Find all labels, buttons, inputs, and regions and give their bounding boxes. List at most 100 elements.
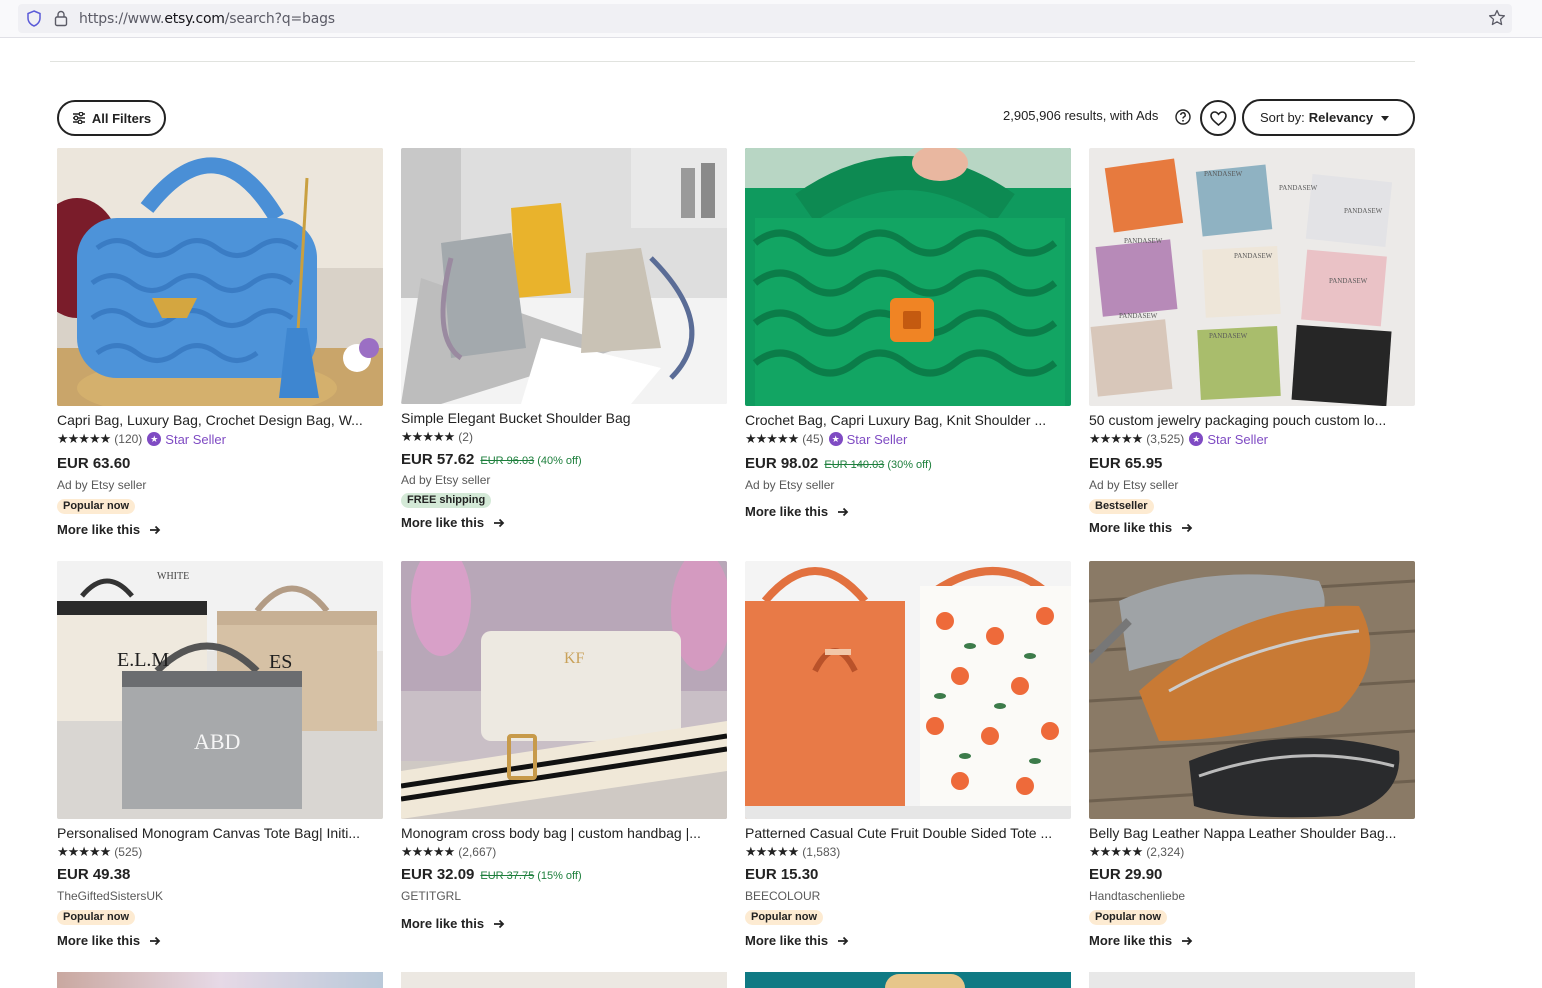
product-rating: ★★★★★ (2)	[401, 429, 727, 445]
product-rating: ★★★★★ (45) ★ Star Seller	[745, 431, 1071, 447]
star-seller-label: Star Seller	[1207, 431, 1269, 447]
more-like-this-link[interactable]: More like this	[401, 916, 727, 931]
product-rating: ★★★★★ (2,667)	[401, 844, 727, 860]
more-like-this-link[interactable]: More like this	[57, 522, 383, 537]
star-seller-badge: ★ Star Seller	[147, 432, 226, 447]
product-price: EUR 49.38	[57, 866, 131, 883]
seller-name[interactable]: Handtaschenliebe	[1089, 889, 1415, 904]
product-image[interactable]	[1089, 972, 1415, 988]
seller-name[interactable]: Ad by Etsy seller	[745, 478, 1071, 493]
product-rating: ★★★★★ (525)	[57, 844, 383, 860]
free-shipping-badge: FREE shipping	[401, 493, 492, 508]
arrow-right-icon	[150, 525, 161, 534]
rating-stars-icon: ★★★★★	[401, 844, 455, 859]
heart-icon	[1209, 110, 1227, 126]
popular-now-badge: Popular now	[745, 910, 823, 925]
product-title[interactable]: Monogram cross body bag | custom handbag…	[401, 825, 727, 841]
bestseller-badge: Bestseller	[1089, 499, 1154, 514]
sort-dropdown[interactable]: Sort by: Relevancy	[1242, 99, 1415, 136]
product-card[interactable]: WHITE E.L.M ES ABD Personalised Monogram…	[57, 561, 383, 948]
arrow-right-icon	[494, 919, 505, 928]
product-image[interactable]: WHITE E.L.M ES ABD	[57, 561, 383, 819]
product-image[interactable]	[401, 972, 727, 988]
url-prefix: https://www.	[79, 11, 165, 27]
product-image[interactable]	[1089, 561, 1415, 819]
star-seller-label: Star Seller	[165, 431, 226, 447]
product-price: EUR 29.90	[1089, 866, 1163, 883]
more-like-this-label: More like this	[745, 504, 829, 519]
product-image[interactable]	[745, 972, 1071, 988]
browser-toolbar: https://www.etsy.com/search?q=bags	[0, 0, 1542, 38]
sort-value: Relevancy	[1308, 110, 1374, 125]
more-like-this-link[interactable]: More like this	[401, 515, 727, 530]
product-price: EUR 15.30	[745, 866, 819, 883]
arrow-right-icon	[150, 936, 161, 945]
product-card[interactable]: PANDASEW PANDASEW PANDASEW PANDASEW PAND…	[1089, 148, 1415, 535]
price-row: EUR 32.09 EUR 37.75 (15% off)	[401, 866, 727, 884]
monogram-text: ES	[269, 651, 292, 673]
product-title[interactable]: Belly Bag Leather Nappa Leather Shoulder…	[1089, 825, 1415, 841]
seller-name[interactable]: TheGiftedSistersUK	[57, 889, 383, 904]
product-card[interactable]: Capri Bag, Luxury Bag, Crochet Design Ba…	[57, 148, 383, 537]
seller-name[interactable]: Ad by Etsy seller	[57, 478, 383, 493]
product-rating: ★★★★★ (120) ★ Star Seller	[57, 431, 383, 447]
product-image[interactable]	[57, 972, 383, 988]
product-price: EUR 98.02	[745, 455, 819, 472]
seller-name[interactable]: Ad by Etsy seller	[1089, 478, 1415, 493]
price-row: EUR 29.90	[1089, 866, 1415, 884]
rating-stars-icon: ★★★★★	[57, 431, 111, 446]
more-like-this-label: More like this	[57, 522, 141, 537]
more-like-this-link[interactable]: More like this	[1089, 933, 1415, 948]
product-image[interactable]	[401, 148, 727, 404]
favorite-search-button[interactable]	[1200, 100, 1236, 136]
shield-icon[interactable]	[26, 10, 42, 27]
product-image[interactable]	[745, 561, 1071, 819]
discount-percent: (15% off)	[537, 870, 582, 882]
product-image[interactable]	[745, 148, 1071, 406]
product-title[interactable]: Crochet Bag, Capri Luxury Bag, Knit Shou…	[745, 412, 1071, 428]
product-card[interactable]: Patterned Casual Cute Fruit Double Sided…	[745, 561, 1071, 948]
product-card[interactable]: Crochet Bag, Capri Luxury Bag, Knit Shou…	[745, 148, 1071, 519]
product-image[interactable]: PANDASEW PANDASEW PANDASEW PANDASEW PAND…	[1089, 148, 1415, 406]
product-image[interactable]	[57, 148, 383, 406]
product-price: EUR 65.95	[1089, 455, 1163, 472]
bookmark-star-icon[interactable]	[1488, 9, 1506, 27]
product-price: EUR 63.60	[57, 455, 131, 472]
original-price: EUR 96.03	[480, 455, 535, 467]
more-like-this-link[interactable]: More like this	[57, 933, 383, 948]
product-image[interactable]: KF	[401, 561, 727, 819]
product-card[interactable]: Simple Elegant Bucket Shoulder Bag ★★★★★…	[401, 148, 727, 530]
star-badge-icon: ★	[828, 432, 843, 446]
seller-name[interactable]: Ad by Etsy seller	[401, 473, 727, 488]
rating-stars-icon: ★★★★★	[57, 844, 111, 859]
review-count: (2,324)	[1146, 845, 1185, 859]
product-rating: ★★★★★ (2,324)	[1089, 844, 1415, 860]
seller-name[interactable]: GETITGRL	[401, 889, 727, 904]
filter-sliders-icon	[72, 112, 85, 124]
lock-icon[interactable]	[54, 10, 68, 27]
product-rating: ★★★★★ (1,583)	[745, 844, 1071, 860]
all-filters-label: All Filters	[91, 110, 152, 126]
product-title[interactable]: Simple Elegant Bucket Shoulder Bag	[401, 410, 727, 426]
all-filters-button[interactable]: All Filters	[57, 100, 166, 136]
product-title[interactable]: Personalised Monogram Canvas Tote Bag| I…	[57, 825, 383, 841]
sort-prefix: Sort by:	[1260, 110, 1305, 125]
help-icon[interactable]	[1175, 109, 1191, 125]
more-like-this-link[interactable]: More like this	[1089, 520, 1415, 535]
more-like-this-link[interactable]: More like this	[745, 933, 1071, 948]
arrow-right-icon	[838, 507, 849, 516]
product-title[interactable]: Patterned Casual Cute Fruit Double Sided…	[745, 825, 1071, 841]
address-bar[interactable]: https://www.etsy.com/search?q=bags	[18, 4, 1512, 33]
product-card[interactable]: Belly Bag Leather Nappa Leather Shoulder…	[1089, 561, 1415, 948]
url-text[interactable]: https://www.etsy.com/search?q=bags	[79, 11, 335, 27]
rating-stars-icon: ★★★★★	[745, 844, 799, 859]
product-card[interactable]: KF Monogram cross body bag | custom hand…	[401, 561, 727, 931]
product-title[interactable]: Capri Bag, Luxury Bag, Crochet Design Ba…	[57, 412, 383, 428]
rating-stars-icon: ★★★★★	[1089, 844, 1143, 859]
star-badge-icon: ★	[1189, 432, 1204, 446]
monogram-text: KF	[564, 650, 585, 667]
more-like-this-link[interactable]: More like this	[745, 504, 1071, 519]
product-title[interactable]: 50 custom jewelry packaging pouch custom…	[1089, 412, 1415, 428]
popular-now-badge: Popular now	[57, 910, 135, 925]
seller-name[interactable]: BEECOLOUR	[745, 889, 1071, 904]
